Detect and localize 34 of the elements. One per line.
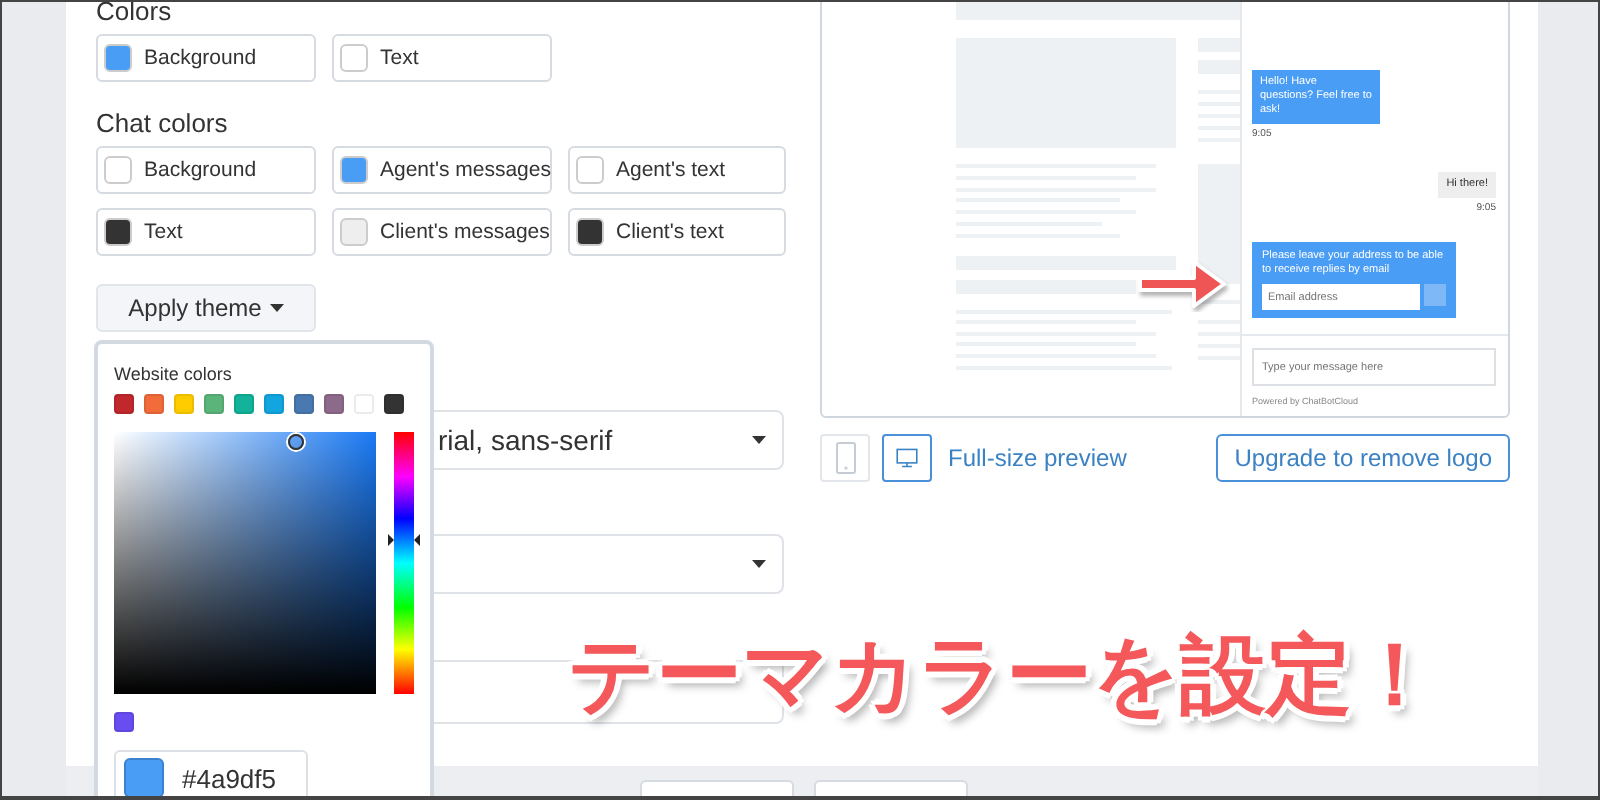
section-heading: Chat colors — [96, 110, 230, 138]
color-swatch[interactable] — [114, 712, 134, 732]
hue-thumb[interactable] — [388, 533, 420, 546]
saturation-area[interactable] — [114, 432, 376, 694]
color-swatch[interactable] — [114, 394, 134, 414]
picker-handle[interactable] — [288, 434, 304, 450]
color-option[interactable]: Background — [96, 146, 316, 194]
apply-theme-button[interactable]: Apply theme — [96, 284, 316, 332]
caption-text: テーマカラーを設定！ — [568, 624, 1438, 730]
color-swatch[interactable] — [144, 394, 164, 414]
upgrade-button[interactable]: Upgrade to remove logo — [1216, 434, 1510, 482]
device-toggle[interactable] — [882, 434, 932, 482]
website-colors-label: Website colors — [114, 364, 234, 384]
color-option[interactable]: Client's messages — [332, 208, 552, 256]
caret-icon — [269, 304, 284, 312]
color-swatch[interactable] — [384, 394, 404, 414]
color-option[interactable]: Background — [96, 34, 316, 82]
color-swatch[interactable] — [204, 394, 224, 414]
color-option[interactable]: Agent's text — [568, 146, 786, 194]
color-swatch[interactable] — [264, 394, 284, 414]
caret-icon — [752, 436, 766, 444]
phone-icon — [835, 442, 855, 474]
color-swatch[interactable] — [234, 394, 254, 414]
hue-slider[interactable] — [394, 432, 414, 694]
color-swatch[interactable] — [324, 394, 344, 414]
caret-icon — [752, 560, 766, 568]
color-option[interactable]: Agent's messages — [332, 146, 552, 194]
full-size-preview-link[interactable]: Full-size preview — [948, 444, 1127, 472]
color-option[interactable]: Text — [96, 208, 316, 256]
hex-field[interactable]: #4a9df5 — [114, 750, 308, 796]
color-swatch[interactable] — [174, 394, 194, 414]
color-option[interactable]: Client's text — [568, 208, 786, 256]
color-swatch[interactable] — [294, 394, 314, 414]
color-option[interactable]: Text — [332, 34, 552, 82]
